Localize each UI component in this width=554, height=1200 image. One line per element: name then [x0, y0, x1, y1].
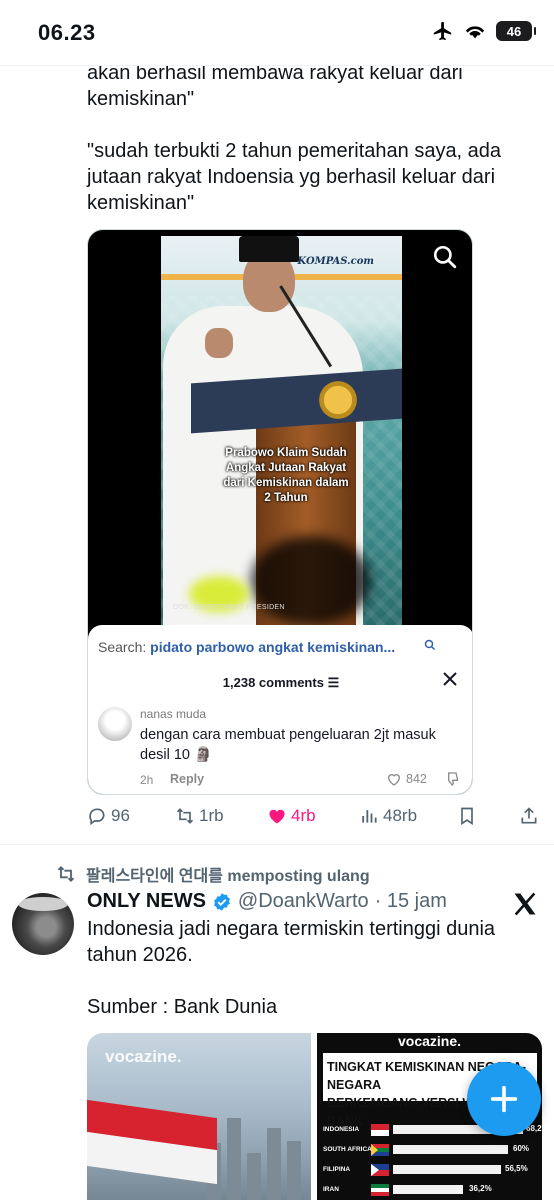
comments-search[interactable]: Search: pidato parbowo angkat kemiskinan…	[98, 639, 395, 655]
tweet-text: akan berhasil membawa rakyat keluar dari…	[87, 60, 537, 216]
search-query[interactable]: pidato parbowo angkat kemiskinan...	[150, 639, 395, 655]
view-count: 48rb	[383, 806, 418, 825]
tweet-actions: 96 1rb 4rb 48rb	[87, 806, 542, 832]
tweet-text-part1: akan berhasil membawa rakyat keluar dari…	[87, 62, 463, 110]
bookmark-button[interactable]	[457, 806, 477, 826]
row-bar	[393, 1165, 501, 1174]
commenter-avatar[interactable]	[98, 707, 132, 741]
tweet-author[interactable]: ONLY NEWS @DoankWarto · 15 jam	[87, 890, 447, 913]
airplane-icon	[433, 21, 452, 41]
search-icon[interactable]	[432, 244, 458, 270]
comment-reply-button[interactable]: Reply	[170, 772, 204, 786]
repost-context-label: 팔레스타인에 연대를 memposting ulang	[86, 868, 370, 885]
foreground-blur	[251, 536, 371, 626]
avatar-hat	[18, 897, 68, 911]
photo-caption: Prabowo Klaim Sudah Angkat Jutaan Rakyat…	[223, 447, 349, 504]
chart-row: FILIPINA 56,5%	[323, 1163, 539, 1177]
repost-button[interactable]: 1rb	[175, 806, 224, 826]
bookmark-icon	[461, 807, 473, 826]
like-button[interactable]: 4rb	[267, 806, 316, 826]
news-photo[interactable]: KOMPAS.com Prabowo Klaim Sudah Angkat Ju…	[161, 236, 402, 626]
tweet-source: Sumber : Bank Dunia	[87, 996, 278, 1018]
building	[267, 1128, 281, 1200]
small-search-icon[interactable]	[424, 639, 436, 651]
tweet-image-1[interactable]: vocazine.	[87, 1033, 311, 1200]
share-icon	[521, 807, 537, 824]
like-count: 4rb	[291, 806, 316, 825]
reply-count: 96	[111, 806, 130, 825]
speaker-cap	[239, 236, 299, 262]
battery-indicator: 46	[496, 21, 536, 41]
comments-sheet: Search: pidato parbowo angkat kemiskinan…	[88, 625, 472, 794]
row-label: IRAN	[323, 1186, 339, 1193]
row-value: 60%	[513, 1144, 530, 1153]
plus-icon	[490, 1085, 518, 1113]
south-africa-flag-icon	[371, 1144, 389, 1156]
x-logo-icon	[514, 892, 536, 916]
views-button[interactable]: 48rb	[359, 806, 417, 826]
row-value: 36,2%	[469, 1184, 492, 1193]
chart-row: SOUTH AFRICA 60%	[323, 1143, 539, 1157]
photo-credit: DOK. SEKRETARIAT PRESIDEN	[173, 604, 285, 611]
author-name[interactable]: ONLY NEWS	[87, 890, 206, 913]
comment-like-button[interactable]: 842	[386, 771, 427, 787]
indonesia-flag-icon	[371, 1124, 389, 1136]
kompas-logo: KOMPAS.com	[297, 256, 374, 267]
comment-text: dengan cara membuat pengeluaran 2jt masu…	[140, 727, 436, 763]
row-label: INDONESIA	[323, 1126, 360, 1133]
tweet-time: · 15 jam	[374, 890, 447, 912]
building	[247, 1153, 261, 1200]
building	[287, 1141, 301, 1200]
verified-badge-icon	[214, 892, 230, 911]
search-label: Search:	[98, 639, 147, 655]
row-label: SOUTH AFRICA	[323, 1146, 372, 1153]
commenter-name[interactable]: nanas muda	[140, 707, 206, 721]
image-watermark: vocazine.	[105, 1047, 182, 1066]
dislike-icon[interactable]	[444, 771, 460, 787]
share-button[interactable]	[519, 806, 539, 826]
heart-filled-icon	[269, 809, 285, 824]
row-value: 56,5%	[505, 1164, 528, 1173]
comment-count-label: 1,238 comments	[222, 675, 324, 690]
repost-count: 1rb	[199, 806, 224, 825]
comment-count[interactable]: 1,238 comments ☰	[88, 675, 472, 691]
author-handle[interactable]: @DoankWarto	[238, 890, 369, 913]
tweet-divider	[0, 844, 554, 845]
building	[227, 1118, 241, 1200]
image-watermark: vocazine.	[397, 1033, 462, 1049]
author-avatar[interactable]	[12, 893, 74, 955]
tweet-text-part2: "sudah terbukti 2 tahun pemeritahan saya…	[87, 140, 502, 214]
philippines-flag-icon	[371, 1164, 389, 1176]
repost-icon	[176, 808, 194, 824]
repost-context[interactable]: 팔레스타인에 연대를 memposting ulang	[56, 862, 370, 886]
views-icon	[362, 810, 377, 823]
status-icons: 46	[432, 20, 536, 42]
status-time: 06.23	[38, 20, 96, 45]
compose-button[interactable]	[467, 1062, 541, 1136]
reply-icon	[89, 808, 105, 826]
comment-time: 2h	[140, 773, 154, 787]
status-bar: 06.23 46	[0, 0, 554, 66]
row-bar	[393, 1145, 508, 1154]
filter-icon[interactable]: ☰	[328, 675, 340, 690]
tweet-media[interactable]: KOMPAS.com Prabowo Klaim Sudah Angkat Ju…	[87, 229, 473, 795]
close-icon[interactable]	[442, 671, 458, 687]
wifi-icon	[465, 26, 485, 39]
row-label: FILIPINA	[323, 1166, 351, 1173]
garuda-emblem	[316, 378, 360, 422]
reply-button[interactable]: 96	[87, 806, 130, 826]
iran-flag-icon	[371, 1184, 389, 1196]
chart-row: IRAN 36,2%	[323, 1183, 539, 1197]
speaker-fist	[205, 328, 233, 358]
tweet-text: Indonesia jadi negara termiskin tertingg…	[87, 918, 496, 966]
heart-outline-icon	[387, 774, 401, 786]
repost-small-icon	[57, 866, 75, 882]
comment-like-count: 842	[406, 772, 427, 786]
row-bar	[393, 1185, 463, 1194]
